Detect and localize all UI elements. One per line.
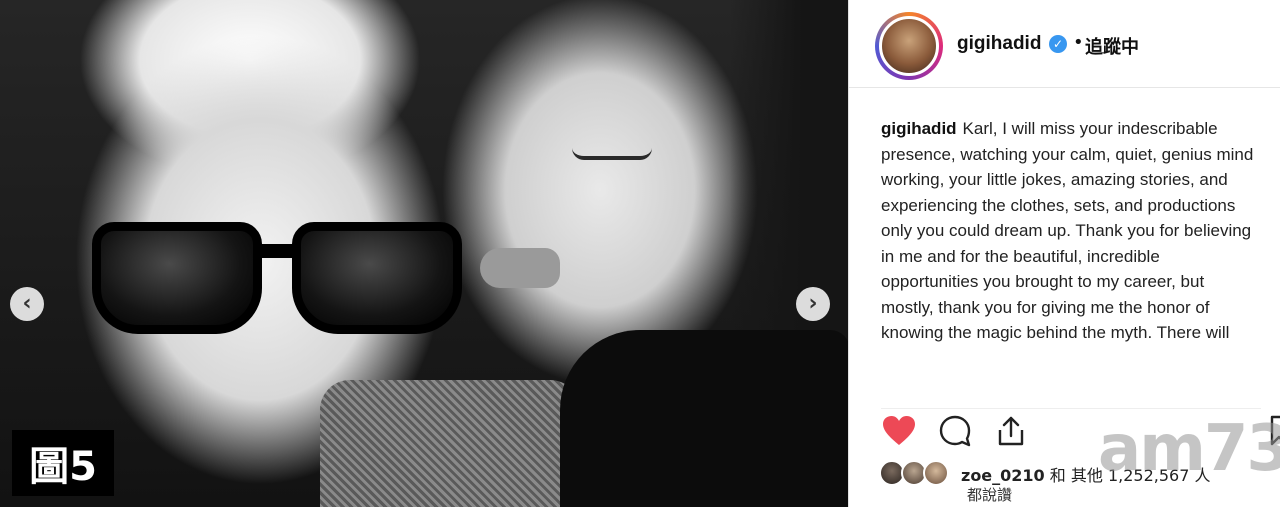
photo-turtleneck	[560, 330, 848, 507]
previous-photo-button[interactable]: ‹	[10, 287, 44, 321]
photo-lips	[480, 248, 560, 288]
comment-button[interactable]	[937, 413, 973, 449]
post-photo[interactable]: ‹ › 圖5	[0, 0, 848, 507]
watermark-logo: am730	[1098, 412, 1280, 486]
sunglasses-lens-left	[92, 222, 262, 334]
photo-closed-eye	[572, 148, 652, 160]
heart-icon	[883, 416, 915, 445]
next-photo-button[interactable]: ›	[796, 287, 830, 321]
first-liker-link[interactable]: zoe_0210	[961, 466, 1045, 485]
post-header: gigihadid ✓ • 追蹤中	[849, 0, 1280, 88]
caption-text: Karl, I will miss your indescribable pre…	[881, 119, 1254, 342]
like-button[interactable]	[881, 413, 917, 449]
avatar[interactable]	[875, 12, 943, 80]
photo-hair	[730, 0, 848, 340]
separator-dot: •	[1073, 32, 1084, 53]
post-caption: gigihadid Karl, I will miss your indescri…	[881, 116, 1261, 396]
photo-jacket	[320, 380, 580, 507]
share-icon	[998, 416, 1024, 446]
share-button[interactable]	[993, 413, 1029, 449]
chevron-right-icon: ›	[808, 291, 818, 316]
comment-icon	[939, 415, 971, 447]
figure-label: 圖5	[12, 430, 114, 496]
likes-subtext: 都說讚	[967, 486, 1013, 504]
avatar-image	[879, 16, 939, 76]
verified-badge-icon: ✓	[1049, 35, 1067, 53]
chevron-left-icon: ‹	[22, 291, 32, 316]
liker-avatars	[879, 460, 955, 486]
liker-avatar	[923, 460, 949, 486]
username-link[interactable]: gigihadid	[957, 33, 1041, 55]
caption-username-link[interactable]: gigihadid	[881, 119, 957, 138]
sunglasses-bridge	[257, 244, 297, 258]
photo-sunglasses	[92, 222, 472, 340]
likes-connector: 和 其他	[1044, 466, 1103, 485]
sunglasses-lens-right	[292, 222, 462, 334]
following-button[interactable]: 追蹤中	[1085, 33, 1139, 59]
